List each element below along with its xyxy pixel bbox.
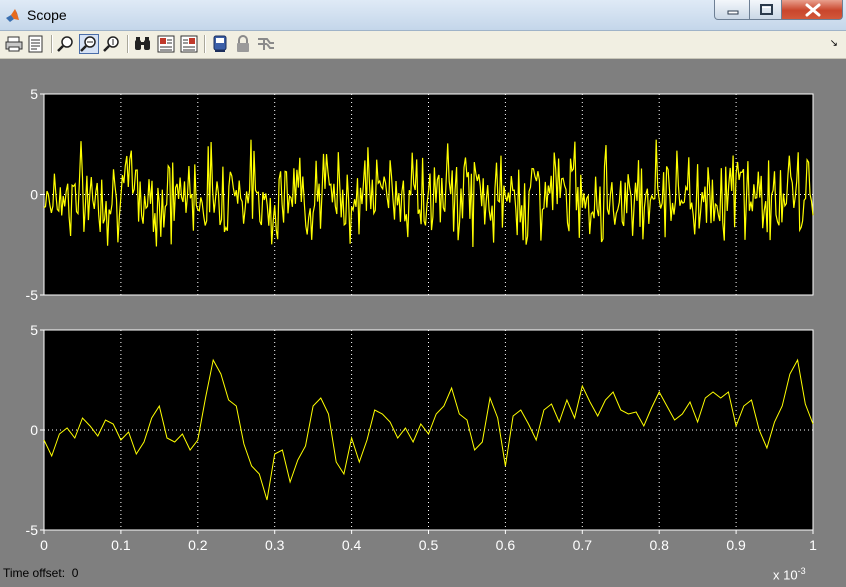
lock-axes-button[interactable] xyxy=(233,34,253,54)
lower-axes[interactable]: 50-50 0.1 0.2 0.3 0.4 0.5 0.6 0.7 0.8 0.9 1 xyxy=(26,322,818,553)
y-tick-label: 5 xyxy=(30,86,38,102)
x-tick-label: 0.8 xyxy=(649,537,669,553)
toolbar: ↘ xyxy=(0,31,846,59)
parameters-button[interactable] xyxy=(26,34,46,54)
signal-selection-button[interactable] xyxy=(256,34,276,54)
x-tick-label: 0.3 xyxy=(265,537,285,553)
floating-scope-icon xyxy=(213,35,227,52)
parameters-icon xyxy=(28,35,43,53)
time-offset-value: 0 xyxy=(71,566,79,580)
time-offset-status: Time offset: 0 xyxy=(3,566,78,580)
y-tick-label: 0 xyxy=(30,422,38,438)
title-bar: Scope xyxy=(0,0,846,31)
x-tick-label: 0.7 xyxy=(573,537,593,553)
zoom-x-axis-icon xyxy=(80,36,96,52)
signal-selection-icon xyxy=(258,38,274,50)
restore-axes-settings-icon xyxy=(180,35,198,53)
maximize-button[interactable] xyxy=(749,0,782,20)
x-tick-label: 0 xyxy=(40,537,48,553)
print-icon xyxy=(5,36,23,52)
autoscale-button[interactable] xyxy=(133,34,153,54)
window-title: Scope xyxy=(27,7,67,23)
save-axes-settings-button[interactable] xyxy=(156,34,176,54)
x-tick-label: 0.1 xyxy=(111,537,131,553)
restore-axes-settings-button[interactable] xyxy=(179,34,199,54)
zoom-y-axis-button[interactable] xyxy=(102,34,122,54)
y-tick-label: 5 xyxy=(30,322,38,338)
lock-icon xyxy=(237,35,249,52)
x-tick-label: 0.2 xyxy=(188,537,208,553)
toolbar-separator xyxy=(51,35,53,53)
toolbar-separator xyxy=(204,35,206,53)
y-tick-label: -5 xyxy=(26,287,39,303)
zoom-icon xyxy=(57,36,73,52)
x-tick-label: 0.6 xyxy=(496,537,516,553)
save-axes-settings-icon xyxy=(157,35,175,53)
y-tick-label: -5 xyxy=(26,522,39,538)
x-tick-label: 0.5 xyxy=(419,537,439,553)
x-tick-label: 0.4 xyxy=(342,537,362,553)
toolbar-dock-arrow-icon[interactable]: ↘ xyxy=(830,38,838,49)
scope-figure: 50-5 50-50 0.1 0.2 0.3 0.4 0.5 0.6 0.7 0.8 0.9 1 xyxy=(26,86,818,553)
autoscale-icon xyxy=(135,37,150,50)
close-button[interactable] xyxy=(781,0,843,20)
x-axis-exponent-base: x 10 xyxy=(773,567,798,583)
minimize-button[interactable] xyxy=(714,0,750,20)
toolbar-separator xyxy=(127,35,129,53)
x-axis-exponent-power: -3 xyxy=(797,566,806,576)
floating-scope-button[interactable] xyxy=(210,34,230,54)
y-tick-label: 0 xyxy=(30,187,38,203)
print-button[interactable] xyxy=(4,34,24,54)
x-tick-label: 0.9 xyxy=(726,537,746,553)
upper-axes[interactable]: 5 0 -5 xyxy=(26,86,814,303)
x-axis-exponent: x 10-3 xyxy=(773,566,806,582)
matlab-icon xyxy=(5,7,21,23)
zoom-x-axis-button[interactable] xyxy=(79,34,99,54)
time-offset-label: Time offset: xyxy=(3,566,66,580)
x-tick-label: 1 xyxy=(809,537,817,553)
zoom-button[interactable] xyxy=(56,34,76,54)
zoom-y-axis-icon xyxy=(103,36,119,52)
